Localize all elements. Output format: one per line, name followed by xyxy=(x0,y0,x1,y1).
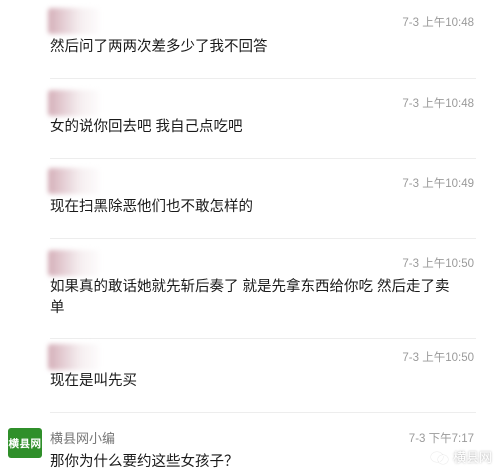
comment-time: 7-3 上午10:49 xyxy=(402,178,474,190)
comment-text: 然后问了两两次差多少了我不回答 xyxy=(50,39,268,55)
divider xyxy=(50,158,476,159)
comment-time: 7-3 上午10:48 xyxy=(402,98,474,110)
comment-time: 7-3 上午10:48 xyxy=(402,17,474,29)
blurred-avatar xyxy=(48,250,100,276)
divider xyxy=(50,238,476,239)
comment-text: 如果真的敢话她就先斩后奏了 就是先拿东西给你吃 然后走了卖单 xyxy=(50,279,450,316)
blurred-avatar xyxy=(48,168,100,194)
comment-text: 现在扫黑除恶他们也不敢怎样的 xyxy=(50,199,253,215)
site-logo: 横县网 xyxy=(8,428,42,458)
reply-text: 那你为什么要约这些女孩子？ xyxy=(50,454,239,470)
reply-time: 7-3 下午7:17 xyxy=(408,433,474,445)
divider xyxy=(50,338,476,339)
logo-text: 横县网 xyxy=(8,437,42,450)
divider xyxy=(50,78,476,79)
reply-author: 横县网小编 xyxy=(50,431,116,446)
comment-text: 现在是叫先买 xyxy=(50,373,137,389)
wechat-icon xyxy=(430,450,449,464)
comment-time: 7-3 上午10:50 xyxy=(402,352,474,364)
watermark-text: 横县网 xyxy=(452,450,492,465)
comment-text: 女的说你回去吧 我自己点吃吧 xyxy=(50,119,243,135)
divider xyxy=(50,412,476,413)
blurred-avatar xyxy=(48,344,100,370)
comment-time: 7-3 上午10:50 xyxy=(402,258,474,270)
watermark: 横县网 xyxy=(430,447,492,466)
blurred-avatar xyxy=(48,90,100,116)
blurred-avatar xyxy=(48,8,100,34)
